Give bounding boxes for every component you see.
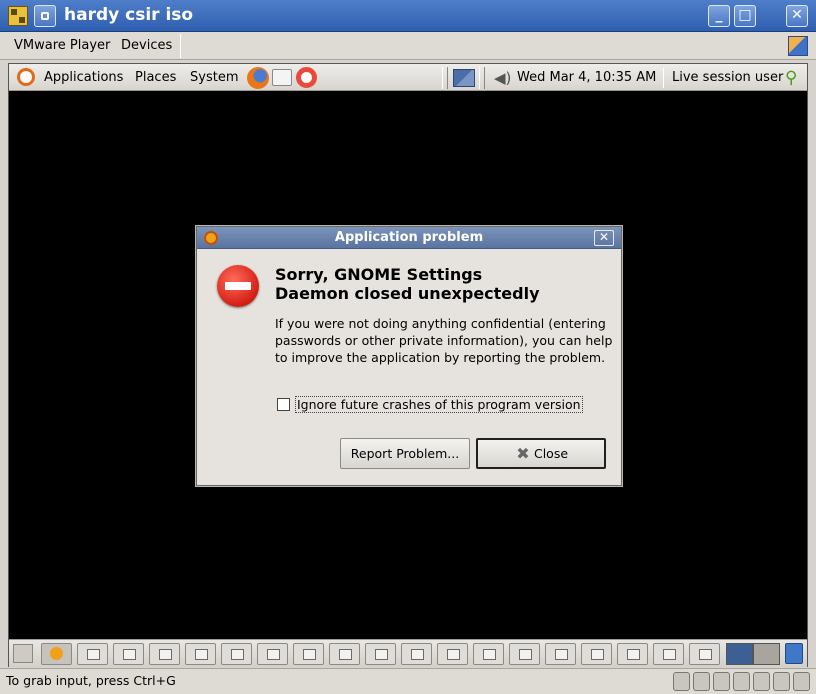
workspace-1[interactable]: [726, 643, 753, 665]
report-problem-label: Report Problem...: [350, 446, 460, 461]
help-launcher-icon[interactable]: [296, 67, 317, 88]
close-window-button[interactable]: ✕: [786, 5, 808, 27]
dialog-titlebar: Application problem ✕: [197, 227, 621, 249]
vmware-menubar: VMware Player Devices: [0, 32, 816, 60]
close-x-icon: ✖: [516, 444, 530, 463]
heading-line-1: Sorry, GNOME Settings: [275, 265, 483, 284]
device-cdrom-icon[interactable]: [693, 672, 710, 691]
trash-icon[interactable]: [785, 643, 803, 664]
bug-icon: [204, 231, 218, 245]
taskbar-item[interactable]: [401, 643, 432, 665]
statusbar-grip-icon[interactable]: [793, 672, 810, 691]
panel-handle[interactable]: [442, 67, 448, 89]
menu-system[interactable]: System: [190, 70, 238, 85]
taskbar-item[interactable]: [185, 643, 216, 665]
gnome-bottom-panel: [9, 639, 807, 667]
taskbar-item[interactable]: [257, 643, 288, 665]
device-sound-icon[interactable]: [773, 672, 790, 691]
maximize-button[interactable]: □: [734, 5, 756, 27]
taskbar-item[interactable]: [149, 643, 180, 665]
dialog-close-icon[interactable]: ✕: [594, 230, 614, 246]
taskbar-item[interactable]: [329, 643, 360, 665]
taskbar-item[interactable]: [473, 643, 504, 665]
menu-devices[interactable]: Devices: [121, 38, 172, 53]
device-floppy-icon[interactable]: [673, 672, 690, 691]
taskbar-item[interactable]: [293, 643, 324, 665]
window-menu-icon: [41, 12, 49, 20]
mail-launcher-icon[interactable]: [272, 69, 292, 86]
panel-handle[interactable]: [479, 67, 485, 89]
ubuntu-logo-icon: [17, 68, 35, 86]
dialog-title: Application problem: [334, 230, 484, 245]
taskbar-item[interactable]: [509, 643, 540, 665]
taskbar-item[interactable]: [617, 643, 648, 665]
workspace-2[interactable]: [753, 643, 780, 665]
status-message: To grab input, press Ctrl+G: [6, 673, 176, 688]
menu-places[interactable]: Places: [135, 70, 176, 85]
ignore-crashes-label[interactable]: Ignore future crashes of this program ve…: [295, 396, 583, 413]
vmware-statusbar: To grab input, press Ctrl+G: [0, 668, 816, 694]
guest-screen: Applications Places System ◀) Wed Mar 4,…: [8, 63, 808, 667]
taskbar-item[interactable]: [689, 643, 720, 665]
user-switcher[interactable]: Live session user: [672, 70, 783, 85]
minimize-button[interactable]: _: [708, 5, 730, 27]
report-problem-button[interactable]: Report Problem...: [340, 438, 470, 469]
ignore-crashes-checkbox[interactable]: [277, 398, 290, 411]
window-titlebar: hardy csir iso _ □ ✕: [0, 0, 816, 32]
gnome-top-panel: Applications Places System ◀) Wed Mar 4,…: [9, 64, 807, 91]
taskbar-item[interactable]: [113, 643, 144, 665]
taskbar-item[interactable]: [653, 643, 684, 665]
fullscreen-icon[interactable]: [788, 36, 808, 56]
taskbar-item[interactable]: [365, 643, 396, 665]
taskbar-item-active[interactable]: [41, 643, 72, 665]
volume-icon[interactable]: ◀): [494, 69, 512, 87]
heading-line-2: Daemon closed unexpectedly: [275, 284, 540, 303]
taskbar-item[interactable]: [581, 643, 612, 665]
close-button-label: Close: [533, 446, 569, 461]
firefox-launcher-icon[interactable]: [247, 67, 269, 89]
taskbar-item[interactable]: [545, 643, 576, 665]
panel-separator: [663, 68, 664, 88]
taskbar-item[interactable]: [77, 643, 108, 665]
window-menu-button[interactable]: [34, 5, 56, 27]
menu-vmware-player[interactable]: VMware Player: [14, 38, 110, 53]
dialog-heading: Sorry, GNOME Settings Daemon closed unex…: [275, 265, 605, 303]
application-problem-dialog: Application problem ✕ Sorry, GNOME Setti…: [196, 226, 622, 486]
error-stop-icon: [217, 265, 259, 307]
window-title: hardy csir iso: [64, 5, 194, 25]
close-button[interactable]: ✖ Close: [476, 438, 606, 469]
device-network-icon[interactable]: [733, 672, 750, 691]
network-icon[interactable]: [453, 69, 475, 87]
vmware-app-icon: [8, 6, 28, 26]
dialog-body: If you were not doing anything confident…: [275, 316, 613, 365]
taskbar-item[interactable]: [221, 643, 252, 665]
menubar-separator: [180, 34, 181, 58]
menu-applications[interactable]: Applications: [44, 70, 123, 85]
logout-icon[interactable]: ⚲: [785, 68, 797, 88]
clock[interactable]: Wed Mar 4, 10:35 AM: [517, 70, 656, 85]
show-desktop-icon[interactable]: [13, 644, 33, 663]
taskbar-item[interactable]: [437, 643, 468, 665]
device-usb-icon[interactable]: [753, 672, 770, 691]
device-hdd-icon[interactable]: [713, 672, 730, 691]
